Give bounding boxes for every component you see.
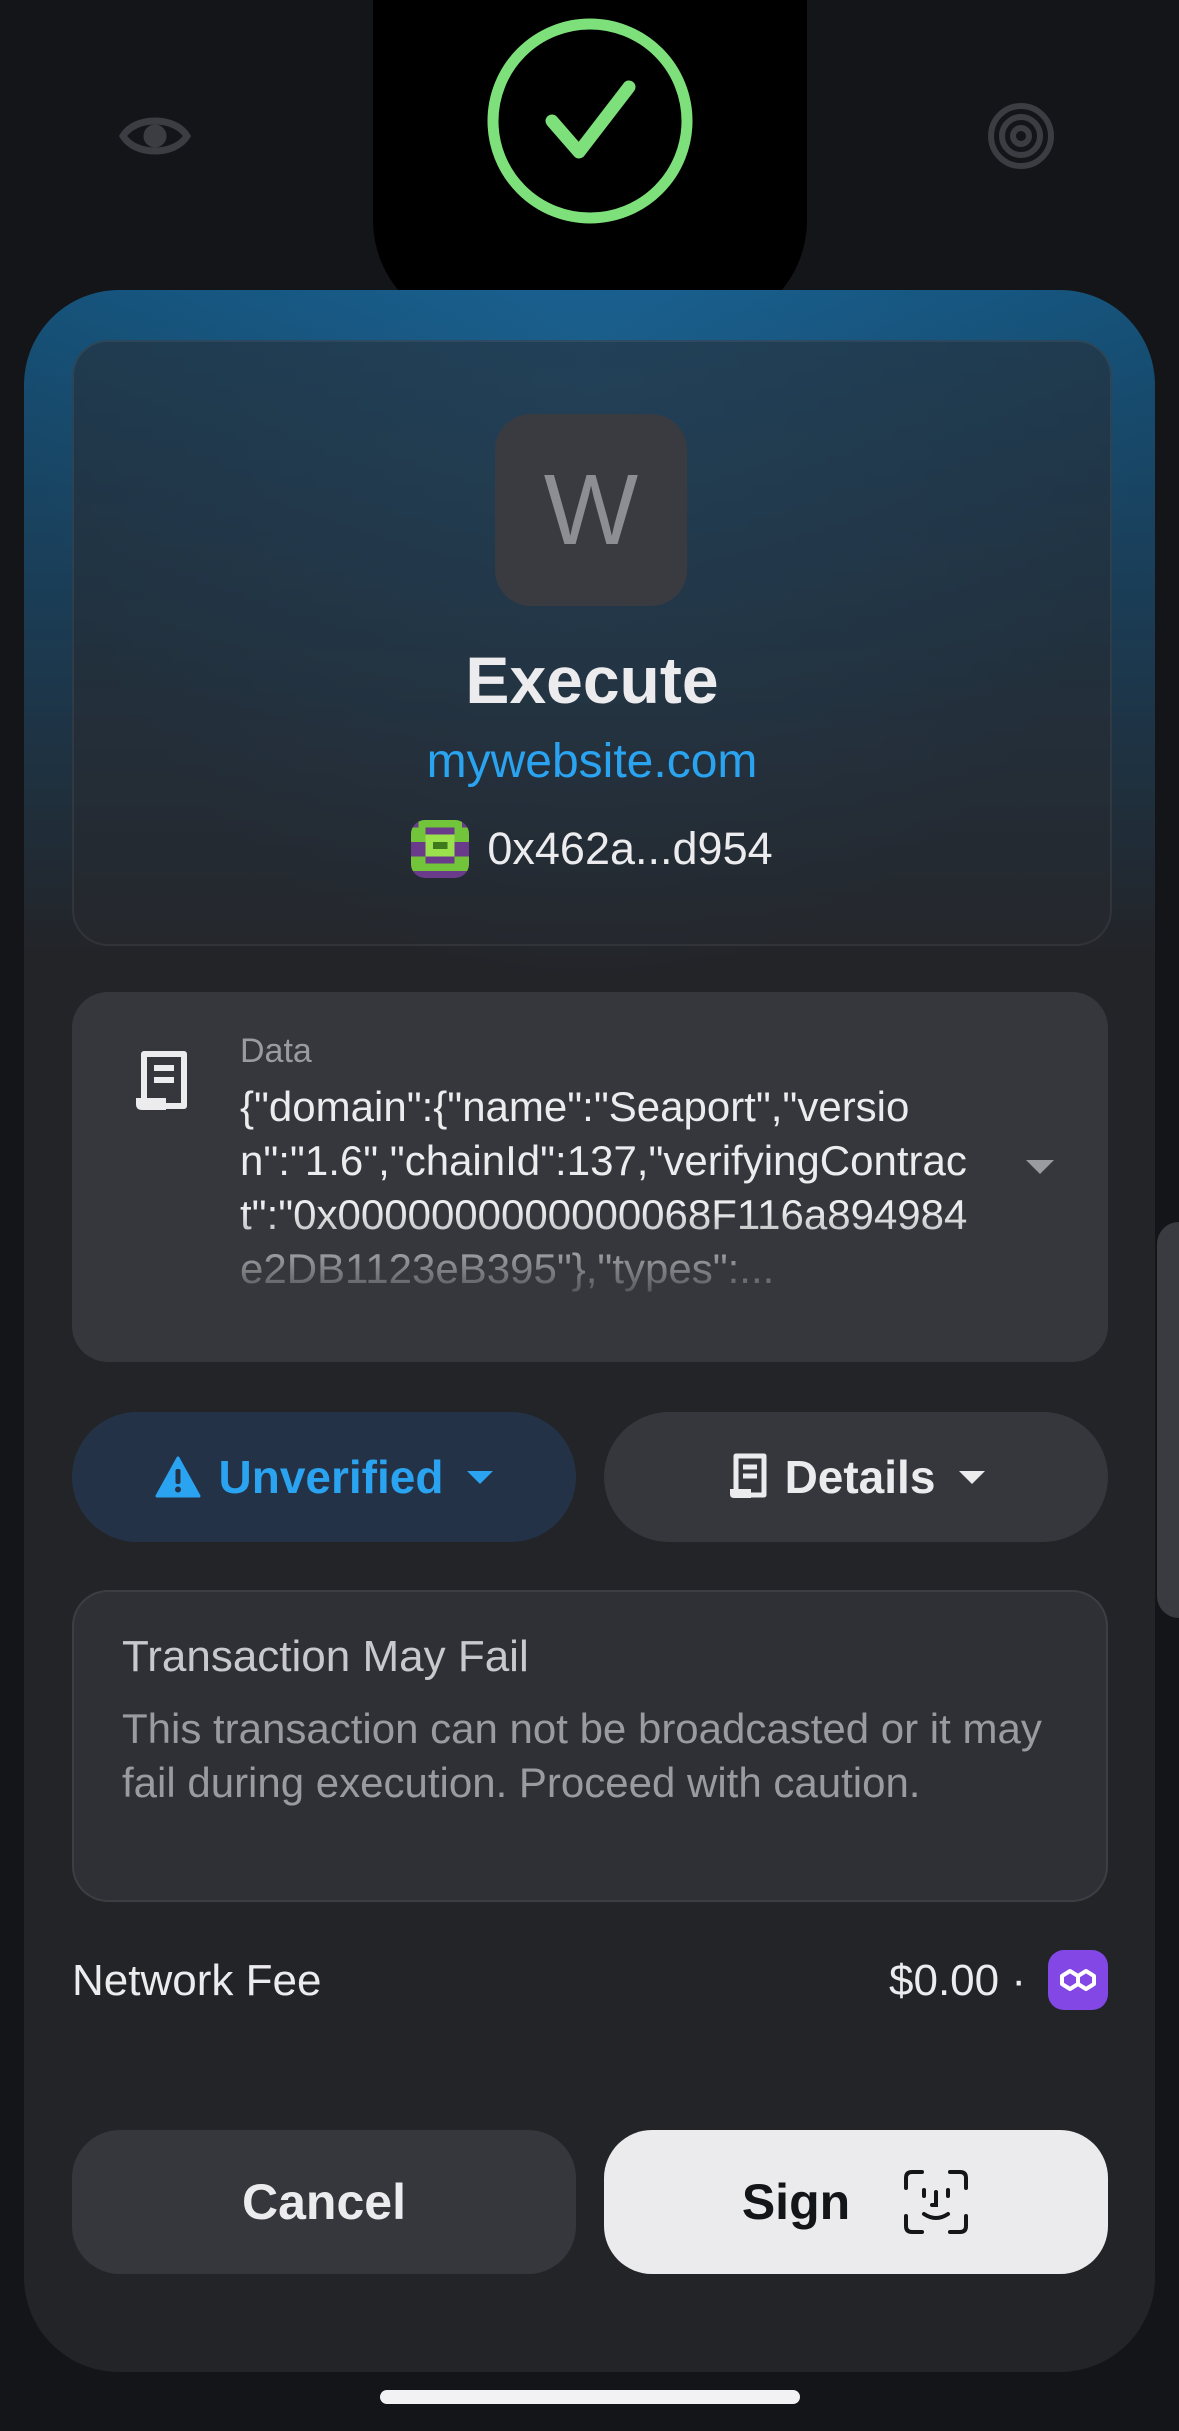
account-address: 0x462a...d954: [487, 823, 773, 874]
details-button[interactable]: Details: [604, 1412, 1108, 1542]
document-icon: [729, 1453, 767, 1498]
action-title: Execute: [465, 643, 719, 717]
warning-card: Transaction May Fail This transaction ca…: [72, 1590, 1108, 1902]
home-indicator[interactable]: [380, 2390, 800, 2404]
app-icon: W: [495, 414, 687, 606]
site-card: W Execute mywebsite.com 0x462a...d954: [72, 340, 1112, 946]
signing-sheet: W Execute mywebsite.com 0x462a...d954 Da…: [24, 290, 1155, 2372]
check-circle-icon: [486, 17, 694, 225]
cancel-label: Cancel: [242, 2174, 406, 2230]
unverified-label: Unverified: [218, 1451, 444, 1503]
cancel-button[interactable]: Cancel: [72, 2130, 576, 2274]
app-initial: W: [543, 453, 639, 566]
warning-message: This transaction can not be broadcasted …: [122, 1705, 1042, 1806]
network-fee-row: Network Fee $0.00 ·: [72, 1950, 1108, 2010]
details-label: Details: [784, 1451, 936, 1503]
data-card[interactable]: Data {"domain":{"name":"Seaport","versio…: [72, 992, 1108, 1362]
account-row[interactable]: 0x462a...d954: [74, 820, 1110, 878]
account-avatar: [411, 820, 470, 878]
warning-title: Transaction May Fail: [122, 1632, 529, 1681]
warning-icon: [155, 1456, 201, 1498]
network-fee-value: $0.00 ·: [889, 1956, 1026, 2005]
face-id-icon: [904, 2170, 969, 2234]
data-label: Data: [240, 1032, 312, 1070]
unverified-button[interactable]: Unverified: [72, 1412, 576, 1542]
dynamic-island: [373, 0, 807, 330]
polygon-icon: [1048, 1950, 1108, 2010]
sign-button[interactable]: Sign: [604, 2130, 1108, 2274]
document-icon: [132, 1050, 190, 1114]
chevron-down-icon[interactable]: [1026, 1160, 1054, 1174]
site-domain-link[interactable]: mywebsite.com: [74, 734, 1110, 789]
data-value: {"domain":{"name":"Seaport","version":"1…: [240, 1083, 968, 1292]
side-handle[interactable]: [1157, 1222, 1179, 1618]
eye-icon[interactable]: [118, 100, 192, 172]
caret-down-icon: [467, 1470, 494, 1484]
caret-down-icon: [959, 1470, 986, 1484]
sign-label: Sign: [741, 2174, 851, 2230]
network-fee-label: Network Fee: [72, 1956, 322, 2005]
target-icon[interactable]: [985, 100, 1057, 172]
